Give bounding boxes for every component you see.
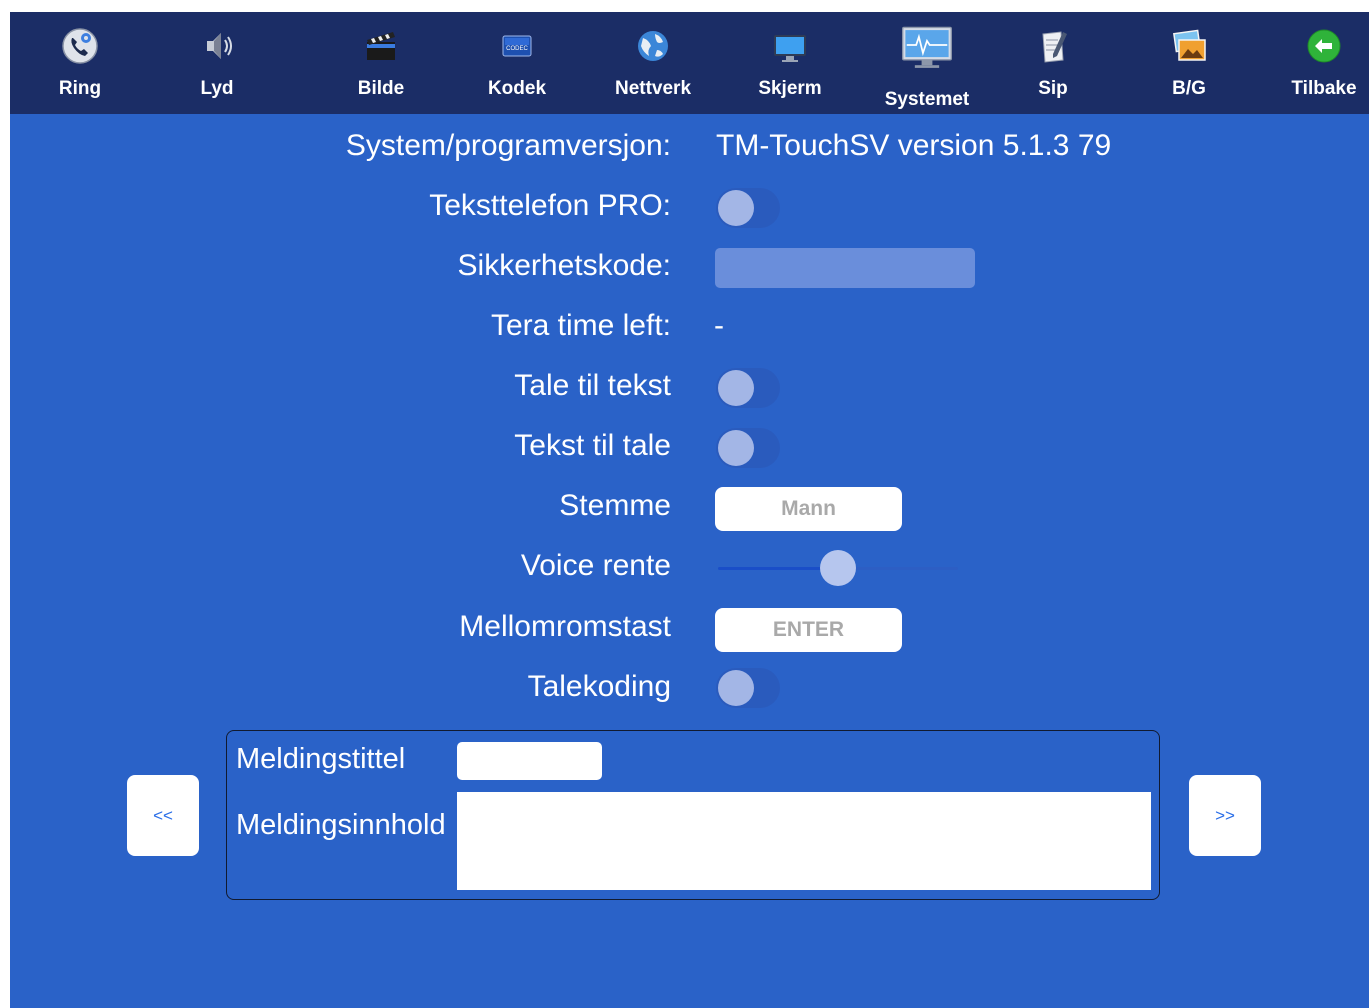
talekoding-toggle[interactable] [716, 668, 780, 708]
tekst-til-tale-toggle[interactable] [716, 428, 780, 468]
toolbar-item-bilde[interactable]: Bilde [326, 12, 436, 114]
speaker-icon [207, 33, 232, 59]
toolbar-item-tilbake[interactable]: Tilbake [1269, 12, 1369, 114]
tera-time-left-value: - [714, 309, 724, 342]
message-title-label: Meldingstittel [236, 743, 406, 775]
system-settings-screen: Ring Lyd Bilde CODEC Kodek Nettverk Skje… [10, 12, 1369, 1008]
security-code-input[interactable] [715, 248, 975, 288]
toolbar-item-sip[interactable]: Sip [998, 12, 1108, 114]
toggle-knob [718, 190, 754, 226]
toolbar-item-bg[interactable]: B/G [1134, 12, 1244, 114]
mellomromstast-select-button[interactable]: ENTER [715, 608, 902, 652]
toolbar-item-ring[interactable]: Ring [25, 12, 135, 114]
codec-chip-text: CODEC [506, 46, 528, 52]
toggle-knob [718, 370, 754, 406]
message-content-label: Meldingsinnhold [236, 809, 446, 841]
message-content-input[interactable] [457, 792, 1151, 890]
teksttelefon-label: Teksttelefon PRO: [429, 189, 671, 222]
phone-gear-icon [62, 28, 98, 64]
toggle-knob [718, 670, 754, 706]
toolbar-label-bilde: Bilde [357, 78, 405, 99]
toolbar-label-kodek: Kodek [487, 78, 547, 99]
talekoding-label: Talekoding [527, 670, 671, 703]
system-monitor-icon [902, 26, 952, 68]
tera-time-left-label: Tera time left: [490, 309, 671, 342]
toolbar-item-kodek[interactable]: CODEC Kodek [462, 12, 572, 114]
toolbar-label-systemet: Systemet [884, 89, 970, 110]
toolbar-label-tilbake: Tilbake [1291, 78, 1357, 99]
message-panel: Meldingstittel Meldingsinnhold [226, 730, 1160, 900]
toolbar-label-skjerm: Skjerm [758, 78, 822, 99]
back-arrow-icon [1307, 29, 1341, 63]
tale-til-tekst-label: Tale til tekst [514, 369, 671, 402]
toolbar-item-nettverk[interactable]: Nettverk [598, 12, 708, 114]
clapperboard-icon [367, 32, 395, 60]
next-button[interactable]: >> [1189, 775, 1261, 856]
globe-icon [638, 31, 668, 61]
notepad-icon [1042, 31, 1067, 63]
teksttelefon-toggle[interactable] [716, 188, 780, 228]
toolbar-label-ring: Ring [58, 78, 102, 99]
photos-icon [1173, 29, 1206, 61]
stemme-label: Stemme [559, 489, 671, 522]
version-value: TM-TouchSV version 5.1.3 79 [716, 129, 1112, 162]
toolbar-label-nettverk: Nettverk [614, 78, 692, 99]
voice-rate-slider[interactable] [718, 549, 958, 587]
codec-chip-icon: CODEC [502, 35, 532, 57]
tekst-til-tale-label: Tekst til tale [514, 429, 671, 462]
toolbar-item-skjerm[interactable]: Skjerm [735, 12, 845, 114]
message-title-input[interactable] [457, 742, 602, 780]
stemme-select-button[interactable]: Mann [715, 487, 902, 531]
toolbar-item-systemet[interactable]: Systemet [872, 12, 982, 114]
version-label: System/programversjon: [345, 129, 671, 162]
toolbar-label-sip: Sip [1038, 78, 1068, 99]
toolbar-label-lyd: Lyd [200, 78, 234, 99]
top-toolbar: Ring Lyd Bilde CODEC Kodek Nettverk Skje… [10, 12, 1369, 114]
voice-rate-label: Voice rente [520, 549, 671, 582]
security-code-label: Sikkerhetskode: [457, 249, 671, 282]
previous-button[interactable]: << [127, 775, 199, 856]
monitor-icon [774, 35, 806, 62]
slider-thumb[interactable] [820, 550, 856, 586]
toggle-knob [718, 430, 754, 466]
toolbar-label-bg: B/G [1172, 78, 1206, 99]
mellomromstast-label: Mellomromstast [459, 610, 671, 643]
toolbar-item-lyd[interactable]: Lyd [162, 12, 272, 114]
tale-til-tekst-toggle[interactable] [716, 368, 780, 408]
